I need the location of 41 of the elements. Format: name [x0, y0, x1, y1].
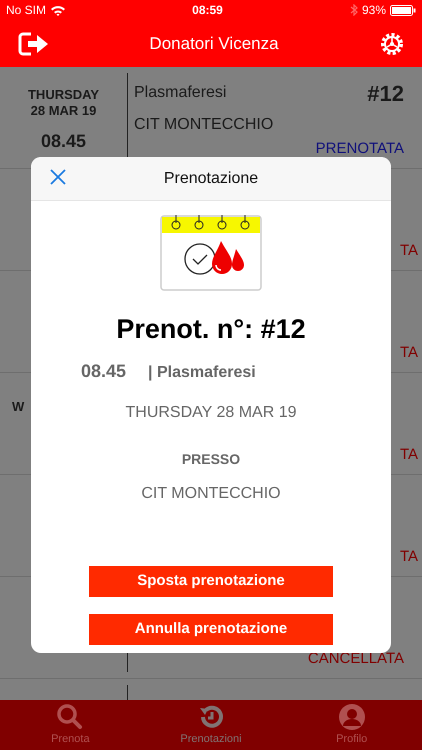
action-button[interactable]: Annulla prenotazione — [89, 614, 333, 644]
exit-icon — [18, 30, 48, 56]
booking-status: TA — [400, 546, 418, 566]
close-icon — [49, 168, 67, 186]
search-icon — [56, 702, 84, 731]
tab-item[interactable]: Prenota — [0, 700, 141, 750]
booking-day: THURSDAY — [28, 87, 100, 103]
wifi-icon — [50, 4, 66, 16]
booking-type: | Plasmaferesi — [148, 362, 256, 382]
settings-icon — [380, 32, 404, 56]
booking-number: #12 — [367, 80, 404, 108]
booking-status: TA — [400, 240, 418, 260]
clock-time: 08:59 — [192, 2, 223, 19]
booking-place: CIT MONTECCHIO — [141, 484, 281, 504]
dialog-title: Prenotazione — [164, 168, 258, 188]
tab-item[interactable]: Profilo — [281, 700, 422, 750]
logout-button[interactable] — [18, 30, 48, 56]
battery-icon — [390, 4, 416, 16]
app-title: Donatori Vicenza — [149, 32, 279, 55]
booking-place: CIT MONTECCHIO — [134, 115, 274, 135]
place-label: PRESSO — [182, 450, 240, 468]
booking-time: 08.45 — [40, 130, 86, 154]
battery-percent: 93% — [362, 2, 386, 19]
calendar-blood-drop-icon — [160, 215, 262, 291]
booking-date: 28 MAR 19 — [30, 102, 96, 118]
booking-status: TA — [400, 342, 418, 362]
bluetooth-icon — [348, 4, 358, 16]
booking-type: Plasmaferesi — [134, 83, 226, 103]
booking-heading: Prenot. n°: #12 — [116, 313, 306, 346]
booking-status: TA — [400, 444, 418, 464]
tab-item[interactable]: Prenotazioni — [140, 700, 282, 750]
booking-status: CANCELLATA — [308, 648, 404, 668]
close-button[interactable] — [49, 168, 67, 186]
booking-date: THURSDAY 28 MAR 19 — [125, 402, 296, 422]
booking-time: 08.45 — [81, 360, 126, 382]
booking-day: W — [12, 399, 24, 415]
carrier-label: No SIM — [6, 2, 46, 19]
settings-button[interactable] — [380, 32, 404, 56]
person-icon — [338, 702, 366, 731]
booking-status: PRENOTATA — [316, 138, 404, 158]
action-button[interactable]: Sposta prenotazione — [89, 566, 333, 596]
